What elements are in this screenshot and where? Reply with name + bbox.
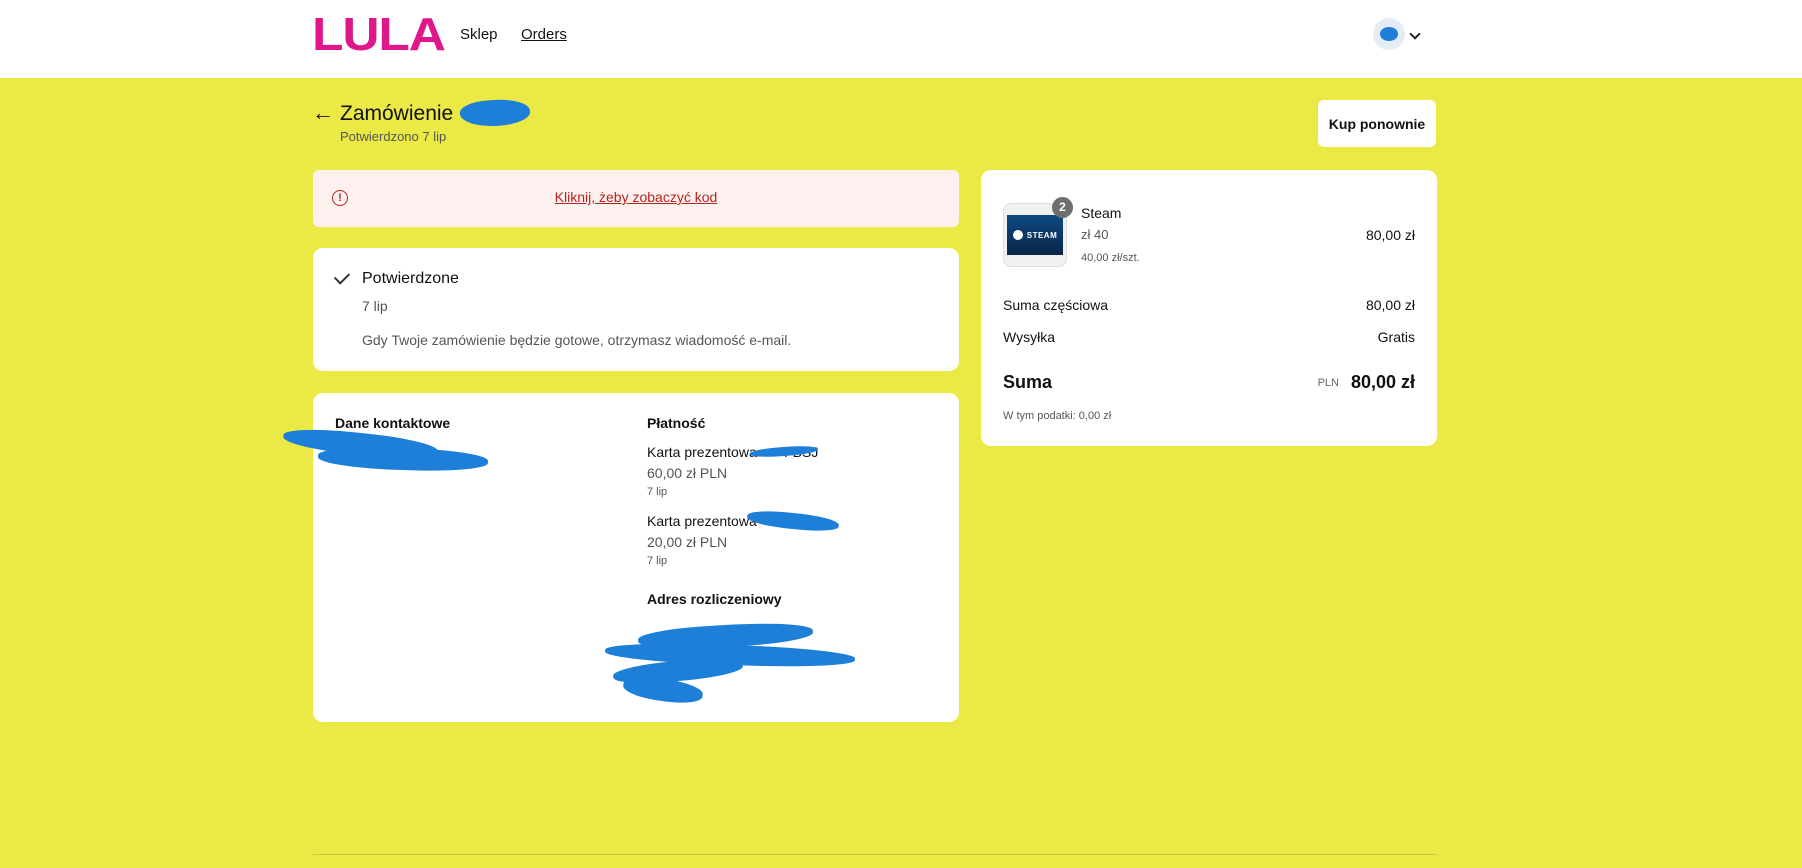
page-title: Zamówienie	[340, 102, 454, 125]
redaction-scribble	[746, 508, 840, 534]
status-date: 7 lip	[362, 298, 388, 314]
show-code-link[interactable]: Kliknij, żeby zobaczyć kod	[313, 189, 959, 205]
steam-logo-icon: STEAM	[1007, 215, 1063, 255]
order-summary-card: STEAM 2 Steam zł 40 40,00 zł/szt. 80,00 …	[981, 170, 1437, 446]
tax-note: W tym podatki: 0,00 zł	[1003, 410, 1112, 422]
billing-heading: Adres rozliczeniowy	[647, 591, 782, 607]
account-menu[interactable]	[1373, 18, 1423, 50]
top-bar: LULA Sklep Orders	[0, 0, 1802, 78]
shipping-value: Gratis	[1377, 329, 1415, 345]
quantity-badge: 2	[1052, 197, 1073, 218]
product-variant: zł 40	[1081, 227, 1109, 242]
order-confirmed-date: Potwierdzono 7 lip	[340, 129, 447, 144]
footer-divider	[313, 854, 1437, 855]
nav-orders-link[interactable]: Orders	[521, 26, 567, 43]
product-name: Steam	[1081, 205, 1122, 221]
buy-again-button[interactable]: Kup ponownie	[1318, 100, 1436, 147]
chevron-down-icon	[1409, 28, 1421, 40]
avatar-redaction	[1380, 27, 1398, 41]
payment-heading: Płatność	[647, 415, 706, 431]
status-message: Gdy Twoje zamówienie będzie gotowe, otrz…	[362, 332, 792, 348]
order-status-card: Potwierdzone 7 lip Gdy Twoje zamówienie …	[313, 248, 959, 371]
product-price: 80,00 zł	[1365, 227, 1415, 243]
subtotal-value: 80,00 zł	[1365, 297, 1415, 313]
contact-heading: Dane kontaktowe	[335, 415, 451, 431]
total-value: 80,00 zł	[1350, 372, 1415, 392]
nav-shop-link[interactable]: Sklep	[460, 26, 498, 43]
order-details-card: Dane kontaktowe Płatność Karta prezentow…	[282, 393, 959, 722]
avatar	[1373, 18, 1405, 50]
brand-logo[interactable]: LULA	[312, 10, 446, 58]
redaction-scribble	[317, 445, 489, 473]
payment-1-amount: 60,00 zł PLN	[647, 465, 728, 481]
product-unit-price: 40,00 zł/szt.	[1081, 252, 1140, 264]
code-alert-banner: ! Kliknij, żeby zobaczyć kod	[313, 170, 959, 227]
total-currency: PLN	[1317, 377, 1339, 389]
status-title: Potwierdzone	[362, 270, 459, 287]
payment-2-date: 7 lip	[647, 555, 668, 567]
shipping-label: Wysyłka	[1003, 329, 1055, 345]
check-icon	[333, 268, 351, 285]
redaction-scribble	[459, 97, 531, 129]
payment-1-date: 7 lip	[647, 486, 668, 498]
subtotal-label: Suma częściowa	[1003, 297, 1109, 313]
total-label: Suma	[1003, 372, 1053, 392]
back-arrow-icon[interactable]: ←	[312, 101, 334, 125]
payment-2-amount: 20,00 zł PLN	[647, 534, 728, 550]
